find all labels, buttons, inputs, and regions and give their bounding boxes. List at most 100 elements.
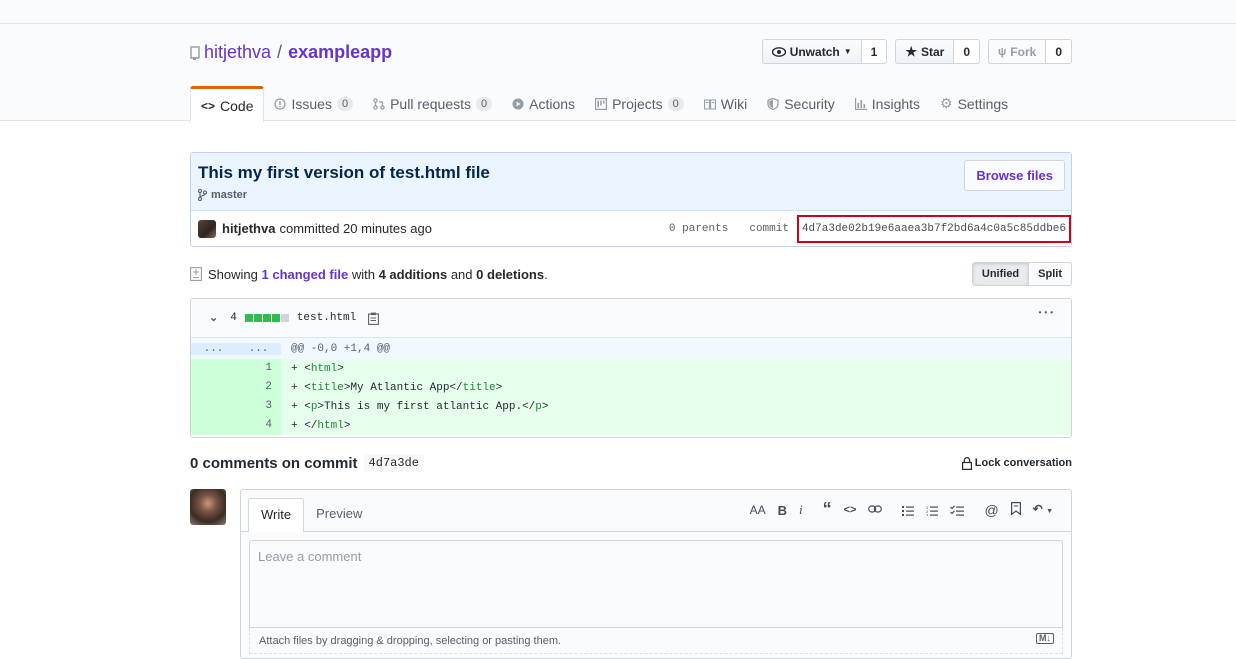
unwatch-button[interactable]: Unwatch ▼: [761, 39, 862, 64]
line-number-new[interactable]: 4: [236, 416, 281, 435]
code-prefix: + <: [291, 381, 311, 394]
hunk-expand-left[interactable]: ...: [191, 342, 236, 355]
short-sha[interactable]: 4d7a3de: [363, 454, 424, 472]
header-text-icon[interactable]: AA: [750, 503, 766, 517]
tab-security[interactable]: Security: [757, 86, 845, 121]
unified-button[interactable]: Unified: [971, 262, 1030, 286]
repo-owner-link[interactable]: hitjethva: [204, 42, 271, 63]
eye-icon: [771, 46, 786, 57]
italic-icon[interactable]: i: [799, 502, 803, 518]
fork-icon: ψ: [998, 45, 1007, 58]
hunk-header: ... ... @@ -0,0 +1,4 @@: [191, 338, 1071, 359]
code-tag: html: [310, 362, 338, 375]
commit-sha-area: 0 parents commit 4d7a3de02b19e6aaea3b7f2…: [669, 211, 1071, 246]
comments-header: 0 comments on commit 4d7a3de Lock conver…: [190, 452, 1072, 474]
split-button[interactable]: Split: [1029, 262, 1072, 286]
write-tab[interactable]: Write: [248, 498, 305, 532]
user-avatar[interactable]: [190, 489, 226, 525]
caret-down-icon: ▼: [843, 47, 852, 56]
file-diff-icon: [190, 267, 202, 281]
star-count[interactable]: 0: [954, 39, 980, 64]
hunk-expand-right[interactable]: ...: [236, 342, 281, 355]
task-list-icon[interactable]: [950, 504, 965, 516]
comments-title: 0 comments on commit: [190, 454, 358, 472]
code-tag: title: [310, 381, 344, 394]
tab-wiki[interactable]: Wiki: [694, 86, 757, 121]
line-number-old[interactable]: [191, 378, 236, 397]
line-code: + <title>My Atlantic App</title>: [281, 382, 502, 394]
link-icon[interactable]: [868, 504, 883, 514]
chevron-down-icon[interactable]: ⌄: [209, 311, 218, 325]
tab-settings[interactable]: ⚙ Settings: [930, 86, 1018, 121]
ordered-list-icon[interactable]: 123: [926, 505, 939, 516]
repo-icon: [190, 45, 200, 60]
code-tag: html: [317, 419, 344, 432]
tab-code-label: Code: [220, 97, 254, 114]
code-icon: <>: [201, 98, 216, 113]
line-number-old[interactable]: [191, 416, 236, 435]
bookmark-icon[interactable]: [1010, 502, 1021, 515]
reply-icon[interactable]: ↶ ▼: [1033, 502, 1053, 518]
fork-count[interactable]: 0: [1046, 39, 1072, 64]
attach-files-area[interactable]: Attach files by dragging & dropping, sel…: [249, 628, 1063, 654]
browse-files-button[interactable]: Browse files: [964, 160, 1065, 191]
comment-editor: Write Preview AA B i “ <> 123 @ ↶ ▼ Leav…: [240, 489, 1072, 659]
file-name[interactable]: test.html: [297, 312, 356, 324]
line-number-old[interactable]: [191, 359, 236, 378]
author-avatar[interactable]: [198, 219, 216, 238]
lock-icon: [961, 456, 972, 470]
preview-tab[interactable]: Preview: [304, 498, 374, 531]
clipboard-icon[interactable]: [368, 312, 380, 325]
bold-icon[interactable]: B: [778, 503, 787, 518]
lock-conversation-label: Lock conversation: [974, 457, 1072, 469]
project-icon: [595, 97, 608, 110]
line-number-new[interactable]: 1: [236, 359, 281, 378]
star-button[interactable]: ★ Star: [895, 39, 955, 64]
tab-issues-label: Issues: [291, 95, 332, 112]
repo-actions: Unwatch ▼ 1 ★ Star 0 ψ Fork 0: [761, 39, 1072, 64]
branch-name[interactable]: master: [211, 189, 247, 201]
fork-button[interactable]: ψ Fork: [988, 39, 1047, 64]
watch-group: Unwatch ▼ 1: [761, 39, 888, 64]
mention-icon[interactable]: @: [984, 502, 998, 518]
markdown-toolbar: AA B i “ <> 123 @ ↶ ▼: [750, 500, 1053, 518]
line-number-new[interactable]: 2: [236, 378, 281, 397]
unordered-list-icon[interactable]: [902, 505, 915, 516]
pull-request-icon: [373, 97, 385, 110]
tab-insights[interactable]: Insights: [845, 86, 930, 121]
commit-meta: hitjethva committed 20 minutes ago 0 par…: [191, 211, 1071, 246]
issue-icon: [274, 97, 287, 110]
code-tag-close: title: [462, 381, 496, 394]
diff-view-toggle: Unified Split: [971, 262, 1072, 286]
tab-projects[interactable]: Projects 0: [585, 86, 694, 121]
watch-count[interactable]: 1: [861, 39, 888, 64]
commit-label: commit: [749, 222, 789, 235]
commit-action: committed 20 minutes ago: [279, 221, 432, 236]
fork-group: ψ Fork 0: [988, 39, 1072, 64]
line-number-old[interactable]: [191, 397, 236, 416]
quote-icon[interactable]: “: [823, 500, 832, 518]
code-icon[interactable]: <>: [844, 504, 857, 516]
code-prefix: + </: [291, 419, 318, 432]
code-end: >: [541, 400, 549, 413]
commit-header: This my first version of test.html file …: [191, 153, 1071, 211]
more-options-icon[interactable]: •••: [1038, 309, 1055, 318]
line-number-new[interactable]: 3: [236, 397, 281, 416]
tab-issues[interactable]: Issues 0: [264, 86, 363, 121]
diff-line: 1 + <html>: [191, 359, 1071, 378]
comment-textarea[interactable]: Leave a comment: [249, 540, 1063, 628]
tab-code[interactable]: <> Code: [190, 86, 265, 122]
diff-line: 2 + <title>My Atlantic App</title>: [191, 378, 1071, 397]
parents-count: 0 parents: [668, 222, 729, 235]
pull-requests-counter: 0: [476, 96, 493, 111]
tab-actions[interactable]: Actions: [502, 86, 585, 121]
tab-pull-requests[interactable]: Pull requests 0: [363, 86, 502, 121]
changed-files-link[interactable]: 1 changed file: [262, 267, 349, 282]
repo-name-link[interactable]: exampleapp: [288, 42, 392, 63]
tab-insights-label: Insights: [871, 95, 921, 112]
commit-sha[interactable]: 4d7a3de02b19e6aaea3b7f2bd6a4c0a5c85ddbe6: [796, 214, 1071, 243]
file-header: ⌄ 4 test.html •••: [191, 299, 1071, 338]
diff-stat-count: 4: [230, 312, 237, 324]
lock-conversation-button[interactable]: Lock conversation: [961, 456, 1072, 470]
commit-author[interactable]: hitjethva: [222, 221, 275, 236]
